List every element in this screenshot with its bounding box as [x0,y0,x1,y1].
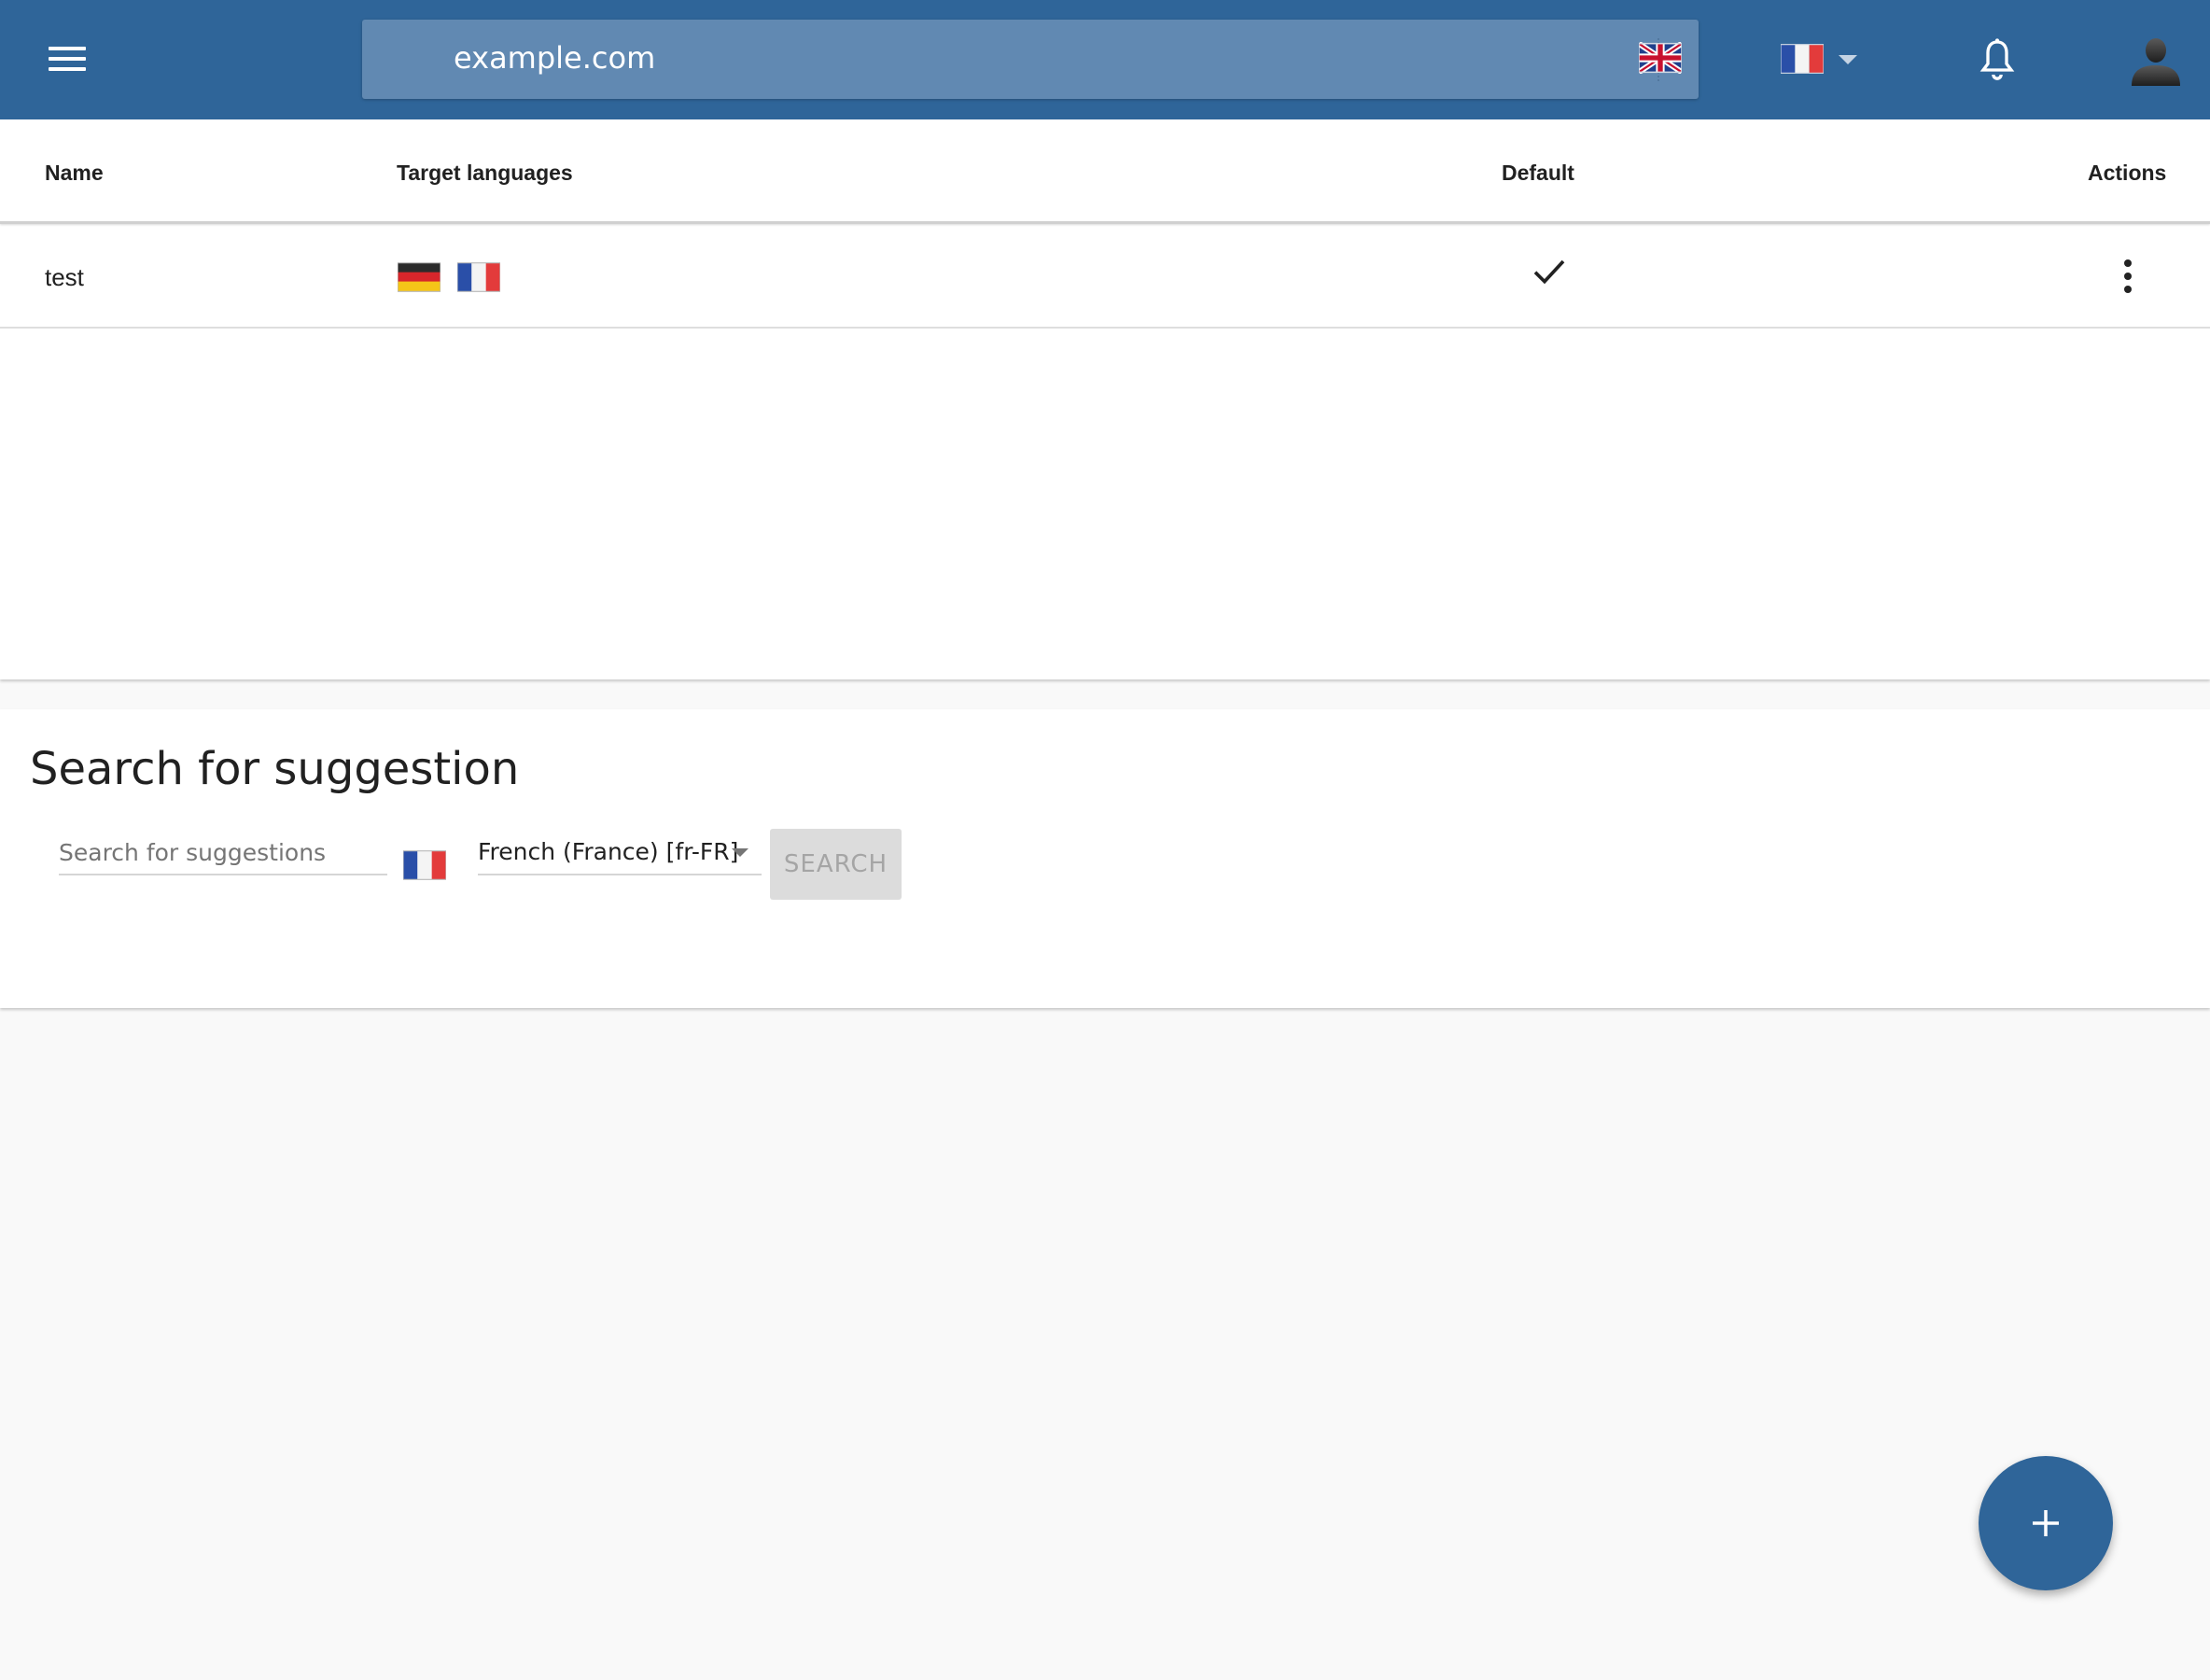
language-flag-fr-icon[interactable] [1781,43,1824,75]
column-header-target-languages[interactable]: Target languages [397,161,573,186]
bell-icon[interactable] [1979,37,2016,84]
more-vert-icon[interactable] [2119,259,2137,301]
search-suggestion-card: Search for suggestion French (France) [f… [0,709,2210,1008]
add-button[interactable] [1979,1456,2113,1590]
flag-de-icon [398,261,441,293]
search-input[interactable] [59,831,387,875]
plus-icon [2031,1508,2061,1538]
row-name: test [45,263,84,291]
user-avatar-icon[interactable] [2128,32,2184,88]
default-check-icon [1531,252,1568,289]
search-button[interactable]: SEARCH [770,829,902,900]
language-dropdown-caret-icon[interactable] [1839,55,1857,64]
search-card-title: Search for suggestion [30,743,520,795]
top-app-bar: example.com [0,0,2210,119]
column-header-name[interactable]: Name [45,161,104,186]
hamburger-menu-icon[interactable] [49,47,86,75]
site-url: example.com [454,40,656,76]
table-row[interactable]: test [0,224,2210,329]
column-header-actions: Actions [2088,161,2167,185]
language-select[interactable]: French (France) [fr-FR] [478,829,762,875]
flag-fr-icon [403,849,446,881]
language-select-value: French (France) [fr-FR] [478,838,739,865]
chevron-down-icon [732,848,748,857]
flag-uk-icon[interactable] [1639,42,1682,74]
site-selector[interactable]: example.com [362,20,1699,99]
column-header-default[interactable]: Default [1502,161,1574,186]
flag-fr-icon [457,261,500,293]
profiles-table: Name Target languages Default Actions te… [0,119,2210,679]
